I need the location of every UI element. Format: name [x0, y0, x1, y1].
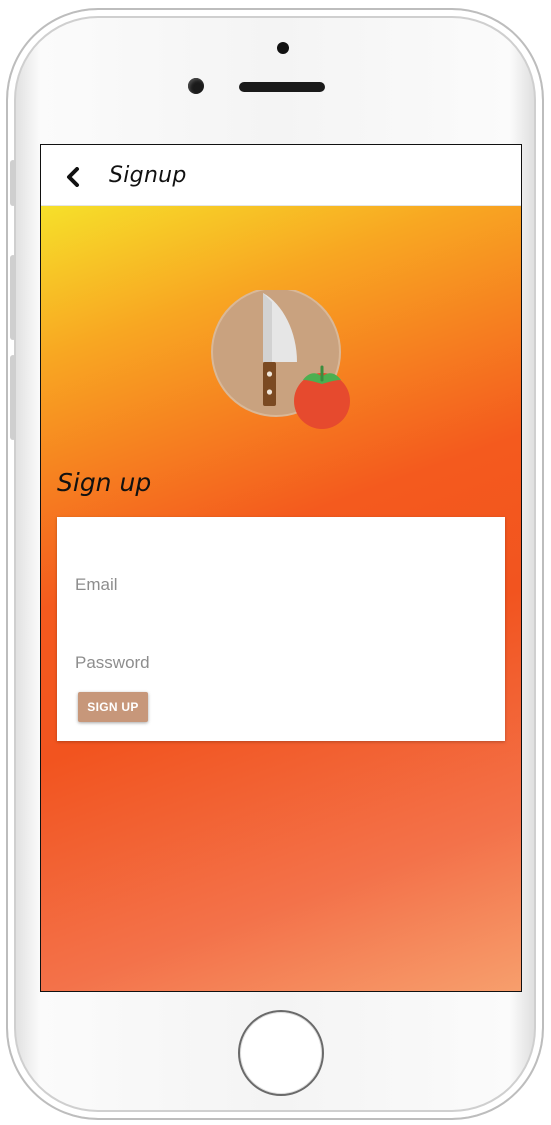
app-bar: Signup: [41, 145, 521, 206]
password-field[interactable]: [75, 639, 487, 687]
earpiece-speaker: [239, 82, 325, 92]
front-camera: [188, 78, 204, 94]
signup-form-card: SIGN UP: [57, 517, 505, 741]
screen: Signup Sign up SIGN UP: [40, 144, 522, 992]
app-bar-title: Signup: [109, 163, 187, 188]
knife-tomato-logo: [211, 290, 350, 429]
mute-switch: [10, 160, 16, 206]
page-heading: Sign up: [57, 468, 152, 497]
volume-up-button: [10, 255, 16, 340]
volume-down-button: [10, 355, 16, 440]
chevron-left-icon[interactable]: [65, 167, 81, 187]
signup-content: Sign up SIGN UP: [41, 206, 521, 991]
front-sensor: [277, 42, 289, 54]
email-field[interactable]: [75, 561, 487, 609]
signup-button[interactable]: SIGN UP: [78, 692, 148, 722]
home-button[interactable]: [238, 1010, 324, 1096]
